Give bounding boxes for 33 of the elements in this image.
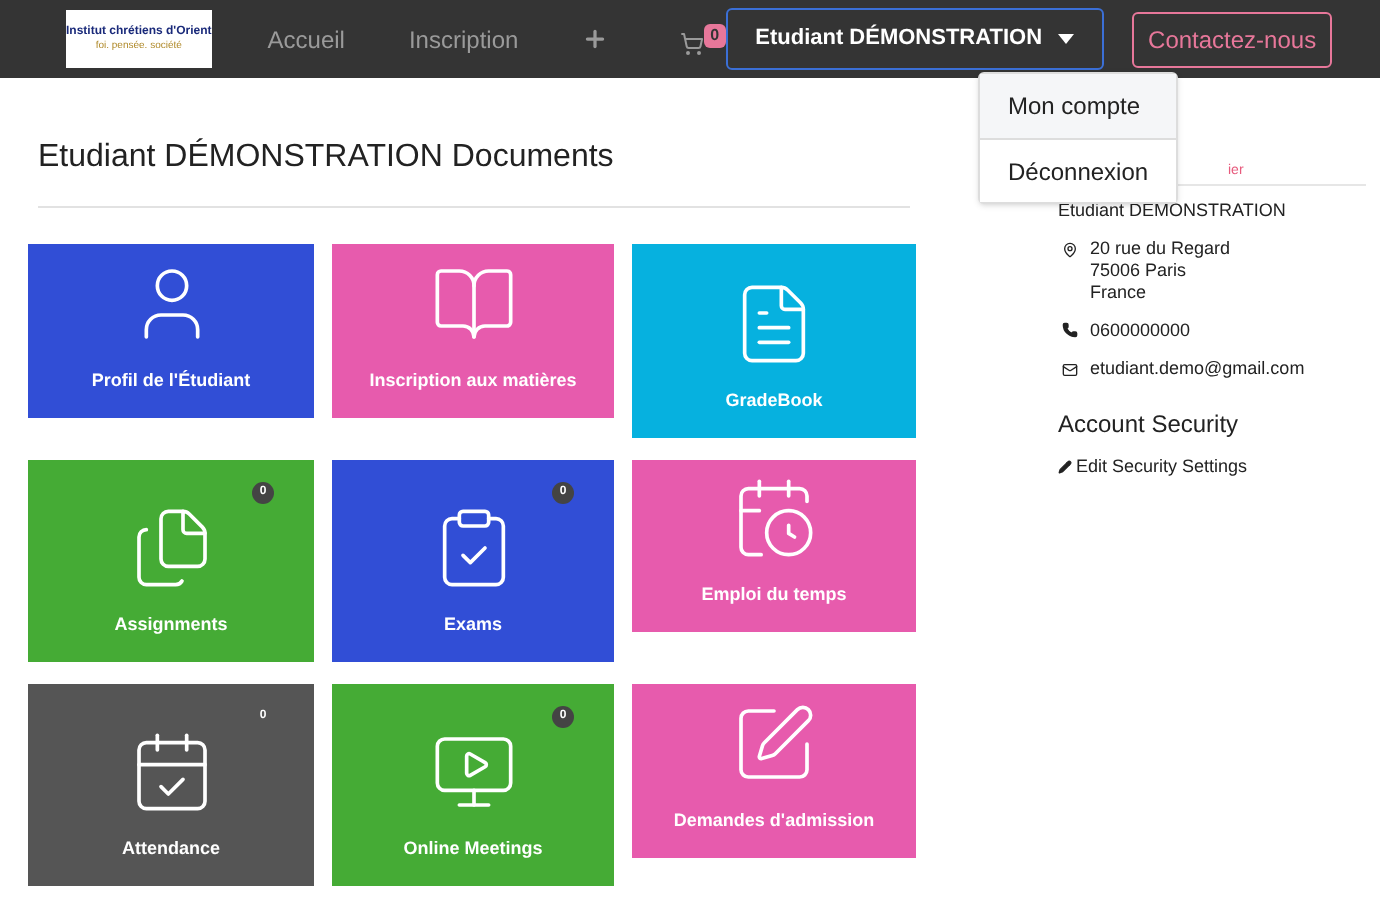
tile-label: Online Meetings — [403, 835, 543, 862]
section-heading: Account Security — [1058, 407, 1241, 441]
tile-card[interactable]: Profil de l'Étudiant — [28, 244, 314, 418]
user-menu-button[interactable]: Etudiant DÉMONSTRATION — [725, 8, 1105, 70]
tile-label: Demandes d'admission — [673, 807, 875, 833]
dropdown-item[interactable]: Déconnexion — [980, 138, 1176, 202]
mail-icon — [1062, 361, 1078, 378]
security-settings-link[interactable]: Edit Security Settings — [1076, 453, 1248, 480]
cart-badge: 0 — [704, 23, 726, 47]
tile-label: Exams — [443, 611, 503, 637]
address-line: 75006 Paris — [1090, 259, 1189, 281]
phone-icon — [1062, 322, 1078, 339]
tile-label: Emploi du temps — [701, 581, 847, 608]
map-pin-icon — [1062, 241, 1078, 257]
tile-label: Profil de l'Étudiant — [91, 367, 251, 393]
plus-icon[interactable] — [582, 26, 609, 52]
phone-number: 0600000000 — [1090, 317, 1191, 343]
caret-icon — [1058, 34, 1075, 44]
page-title: Etudiant DÉMONSTRATION Documents — [36, 136, 616, 178]
dropdown-item[interactable]: Mon compte — [980, 74, 1176, 138]
contact-button[interactable]: Contactez-nous — [1132, 11, 1333, 67]
cart-icon[interactable] — [680, 31, 705, 55]
nav-link[interactable]: Inscription — [408, 21, 519, 57]
pencil-icon — [1058, 459, 1072, 474]
address-line: France — [1090, 281, 1149, 303]
tile-label: Attendance — [121, 835, 220, 861]
email-address: etudiant.demo@gmail.com — [1090, 356, 1305, 382]
address-line: 20 rue du Regard — [1090, 237, 1231, 259]
tile-label: Inscription aux matières — [369, 367, 577, 394]
tile-label: Assignments — [114, 611, 228, 638]
tile-label: GradeBook — [725, 387, 823, 413]
student-name: Etudiant DÉMONSTRATION — [1058, 198, 1288, 224]
nav-link[interactable]: Accueil — [267, 21, 345, 57]
